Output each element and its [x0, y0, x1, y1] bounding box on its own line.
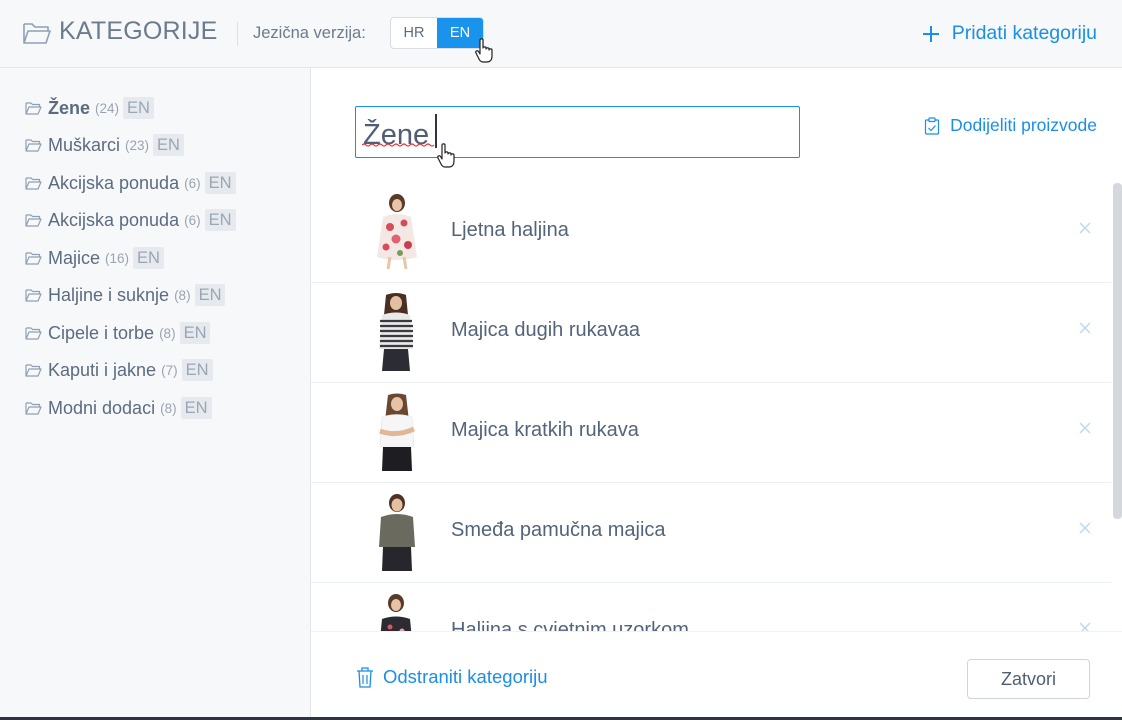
language-badge: EN — [204, 209, 236, 231]
folder-icon — [25, 402, 42, 415]
remove-icon[interactable] — [1078, 221, 1092, 235]
remove-icon[interactable] — [1078, 421, 1092, 435]
remove-icon[interactable] — [1078, 521, 1092, 535]
product-row: Majica kratkih rukava — [311, 383, 1111, 483]
delete-category-button[interactable]: Odstraniti kategoriju — [356, 666, 548, 688]
sidebar-item-kaputi-i-jakne[interactable]: Kaputi i jakne (7) EN — [25, 358, 213, 382]
category-name: Cipele i torbe — [48, 322, 155, 343]
category-name: Akcijska ponuda — [48, 209, 180, 230]
language-badge: EN — [180, 397, 212, 419]
category-count: (8) — [160, 400, 177, 416]
sidebar-item-cipele-i-torbe[interactable]: Cipele i torbe (8) EN — [25, 321, 211, 345]
assign-products-button[interactable]: Dodijeliti proizvode — [924, 115, 1097, 136]
page-title: KATEGORIJE — [59, 17, 218, 45]
category-count: (24) — [95, 100, 120, 116]
product-list: Ljetna haljina Majica dugih rukavaa Maji… — [311, 183, 1111, 631]
folder-open-icon — [23, 23, 51, 44]
remove-icon[interactable] — [1078, 621, 1092, 631]
sidebar-item-akcijska-ponuda[interactable]: Akcijska ponuda (6) EN — [25, 171, 236, 195]
folder-icon — [25, 327, 42, 340]
language-hr-button[interactable]: HR — [391, 18, 437, 48]
language-label: Jezična verzija: — [253, 24, 366, 42]
product-name: Majica dugih rukavaa — [451, 319, 640, 341]
product-name: Haljina s cvjetnim uzorkom — [451, 619, 689, 631]
trash-icon — [357, 667, 373, 688]
assign-products-label: Dodijeliti proizvode — [950, 115, 1097, 135]
sidebar-item-modni-dodaci[interactable]: Modni dodaci (8) EN — [25, 396, 212, 420]
category-count: (6) — [184, 175, 201, 191]
add-category-button[interactable]: Pridati kategoriju — [922, 22, 1097, 45]
folder-icon — [25, 177, 42, 190]
product-image — [366, 293, 426, 371]
category-name: Muškarci — [48, 134, 121, 155]
language-toggle: HR EN — [390, 17, 484, 49]
category-name: Akcijska ponuda — [48, 172, 180, 193]
product-image — [366, 193, 426, 271]
product-image — [366, 593, 426, 631]
language-badge: EN — [194, 284, 226, 306]
close-button[interactable]: Zatvori — [967, 659, 1090, 699]
product-row: Haljina s cvjetnim uzorkom — [311, 583, 1111, 631]
sidebar-item-muskarci[interactable]: Muškarci (23) EN — [25, 133, 184, 157]
product-row: Smeđa pamučna majica — [311, 483, 1111, 583]
folder-icon — [25, 289, 42, 302]
product-image — [366, 493, 426, 571]
folder-icon — [25, 214, 42, 227]
product-name: Smeđa pamučna majica — [451, 519, 666, 541]
delete-category-label: Odstraniti kategoriju — [383, 666, 548, 687]
category-name: Kaputi i jakne — [48, 359, 157, 380]
category-count: (6) — [184, 212, 201, 228]
category-count: (8) — [174, 287, 191, 303]
header-divider — [237, 22, 238, 46]
product-row: Ljetna haljina — [311, 183, 1111, 283]
sidebar-item-akcijska-ponuda-2[interactable]: Akcijska ponuda (6) EN — [25, 208, 236, 232]
category-sidebar: Žene (24) EN Muškarci (23) EN Akcijska p… — [0, 68, 311, 720]
clipboard-check-icon — [925, 116, 940, 135]
language-badge: EN — [204, 172, 236, 194]
product-list-scrollbar[interactable] — [1112, 183, 1122, 631]
plus-icon — [922, 25, 939, 42]
sidebar-item-haljine-i-suknje[interactable]: Haljine i suknje (8) EN — [25, 283, 226, 307]
category-count: (16) — [105, 250, 130, 266]
folder-icon — [25, 102, 42, 115]
category-name-input[interactable] — [355, 106, 800, 158]
scrollbar-thumb[interactable] — [1113, 183, 1122, 519]
category-count: (8) — [159, 325, 176, 341]
product-name: Majica kratkih rukava — [451, 419, 639, 441]
remove-icon[interactable] — [1078, 321, 1092, 335]
category-name: Žene — [48, 97, 91, 118]
language-badge: EN — [153, 134, 184, 156]
language-badge: EN — [181, 359, 213, 381]
category-name: Haljine i suknje — [48, 284, 170, 305]
sidebar-item-majice[interactable]: Majice (16) EN — [25, 246, 164, 270]
folder-icon — [25, 364, 42, 377]
add-category-label: Pridati kategoriju — [951, 22, 1097, 44]
sidebar-item-zene[interactable]: Žene (24) EN — [25, 96, 154, 120]
product-image — [366, 393, 426, 471]
folder-icon — [25, 139, 42, 152]
category-count: (7) — [161, 362, 178, 378]
folder-icon — [25, 252, 42, 265]
hand-cursor-icon — [437, 143, 455, 168]
category-name: Majice — [48, 247, 101, 268]
footer-divider — [311, 631, 1122, 632]
category-name: Modni dodaci — [48, 397, 156, 418]
product-name: Ljetna haljina — [451, 219, 569, 241]
language-badge: EN — [133, 247, 164, 269]
language-badge: EN — [179, 322, 211, 344]
spellcheck-underline — [362, 143, 435, 147]
hand-cursor-icon — [475, 38, 493, 63]
header: KATEGORIJE Jezična verzija: HR EN Pridat… — [0, 0, 1122, 68]
category-count: (23) — [125, 137, 150, 153]
language-badge: EN — [123, 97, 154, 119]
product-row: Majica dugih rukavaa — [311, 283, 1111, 383]
